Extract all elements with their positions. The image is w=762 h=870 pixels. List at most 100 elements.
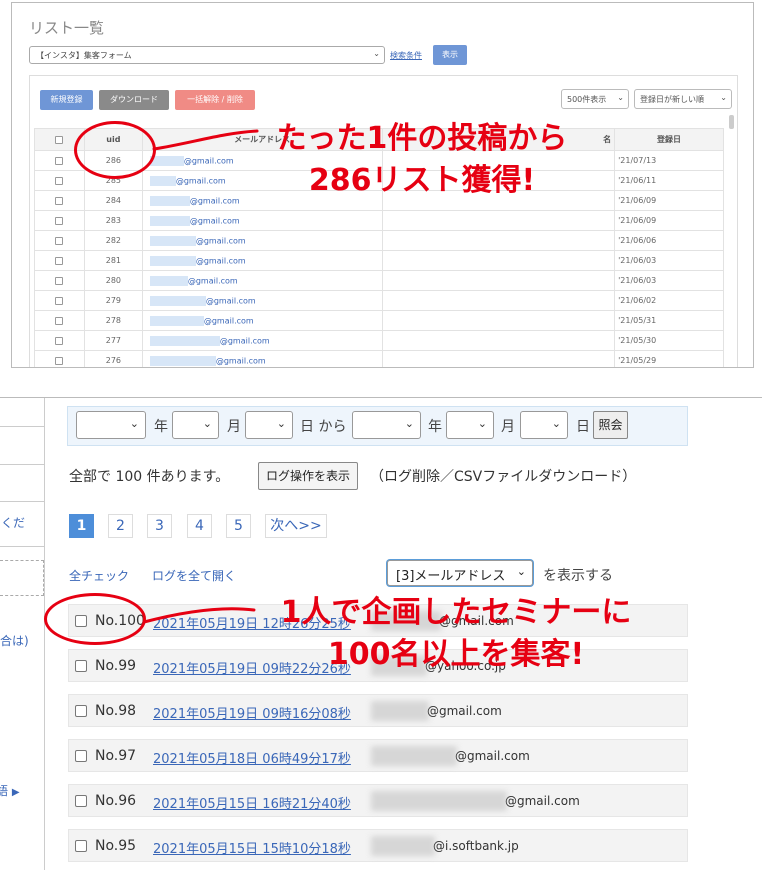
year-from-select[interactable]: ⌄ bbox=[76, 411, 146, 439]
uid-cell: 280 bbox=[83, 270, 143, 291]
divider bbox=[0, 501, 45, 502]
row-checkbox-cell[interactable] bbox=[34, 290, 85, 311]
field-select[interactable]: [3]メールアドレス ⌄ bbox=[387, 560, 533, 586]
checkbox[interactable] bbox=[55, 156, 64, 165]
table-row[interactable]: 276 @gmail.com '21/05/29 bbox=[34, 350, 724, 367]
list-item: No.98 2021年05月19日 09時16分08秒 @gmail.com bbox=[68, 694, 688, 727]
email-cell[interactable]: @gmail.com bbox=[141, 330, 383, 351]
checkbox[interactable] bbox=[55, 176, 64, 185]
email-cell[interactable]: @gmail.com bbox=[141, 290, 383, 311]
checkbox[interactable] bbox=[55, 216, 64, 225]
email-cell[interactable]: @gmail.com bbox=[141, 210, 383, 231]
new-register-button[interactable]: 新規登録 bbox=[40, 90, 93, 110]
table-row[interactable]: 279 @gmail.com '21/06/02 bbox=[34, 290, 724, 311]
row-checkbox[interactable] bbox=[75, 795, 87, 807]
checkbox[interactable] bbox=[55, 236, 64, 245]
row-checkbox[interactable] bbox=[75, 750, 87, 762]
log-datetime-link[interactable]: 2021年05月15日 16時21分40秒 bbox=[153, 793, 351, 812]
checkbox[interactable] bbox=[55, 256, 64, 265]
search-conditions-link[interactable]: 検索条件 bbox=[390, 50, 422, 61]
show-button[interactable]: 表示 bbox=[433, 45, 467, 65]
email-domain[interactable]: @gmail.com bbox=[204, 316, 254, 325]
sidebar-text[interactable]: 合は) bbox=[0, 632, 29, 649]
sidebar-text[interactable]: くだ bbox=[1, 514, 25, 531]
row-checkbox-cell[interactable] bbox=[34, 310, 85, 331]
annotation-line: 100名以上を集客! bbox=[327, 637, 585, 672]
sort-select[interactable]: 登録日が新しい順 ⌄ bbox=[634, 89, 732, 109]
checkbox[interactable] bbox=[55, 135, 64, 144]
checkbox[interactable] bbox=[55, 356, 64, 365]
page-3[interactable]: 3 bbox=[147, 514, 172, 538]
log-datetime-link[interactable]: 2021年05月19日 09時16分08秒 bbox=[153, 703, 351, 722]
row-checkbox-cell[interactable] bbox=[34, 350, 85, 367]
email-domain[interactable]: @gmail.com bbox=[220, 336, 270, 345]
email-domain[interactable]: @gmail.com bbox=[188, 276, 238, 285]
checkbox[interactable] bbox=[55, 276, 64, 285]
redacted-blur bbox=[149, 295, 206, 306]
day-to-select[interactable]: ⌄ bbox=[520, 411, 568, 439]
email-cell[interactable]: @gmail.com bbox=[141, 270, 383, 291]
log-datetime-link[interactable]: 2021年05月15日 15時10分18秒 bbox=[153, 838, 351, 857]
list-item: No.97 2021年05月18日 06時49分17秒 @gmail.com bbox=[68, 739, 688, 772]
row-checkbox[interactable] bbox=[75, 840, 87, 852]
row-checkbox-cell[interactable] bbox=[34, 170, 85, 191]
row-checkbox-cell[interactable] bbox=[34, 210, 85, 231]
show-log-ops-button[interactable]: ログ操作を表示 bbox=[258, 462, 358, 490]
page-5[interactable]: 5 bbox=[226, 514, 251, 538]
email-domain[interactable]: @gmail.com bbox=[196, 256, 246, 265]
name-cell bbox=[381, 250, 616, 271]
page-4[interactable]: 4 bbox=[187, 514, 212, 538]
table-row[interactable]: 278 @gmail.com '21/05/31 bbox=[34, 310, 724, 331]
year-to-select[interactable]: ⌄ bbox=[352, 411, 421, 439]
email-domain[interactable]: @gmail.com bbox=[176, 176, 226, 185]
email-cell[interactable]: @gmail.com bbox=[141, 250, 383, 271]
page-2[interactable]: 2 bbox=[108, 514, 133, 538]
email-domain[interactable]: @gmail.com bbox=[206, 296, 256, 305]
page-size-select[interactable]: 500件表示 ⌄ bbox=[561, 89, 629, 109]
next-page-link[interactable]: 次へ>> bbox=[265, 514, 327, 538]
row-checkbox[interactable] bbox=[75, 660, 87, 672]
table-row[interactable]: 282 @gmail.com '21/06/06 bbox=[34, 230, 724, 251]
form-select[interactable]: 【インスタ】集客フォーム ⌄ bbox=[29, 46, 385, 64]
row-checkbox-cell[interactable] bbox=[34, 190, 85, 211]
form-select-value: 【インスタ】集客フォーム bbox=[36, 51, 132, 60]
row-checkbox-cell[interactable] bbox=[34, 330, 85, 351]
page-1[interactable]: 1 bbox=[69, 514, 94, 538]
table-row[interactable]: 283 @gmail.com '21/06/09 bbox=[34, 210, 724, 231]
uid-cell: 277 bbox=[83, 330, 143, 351]
table-row[interactable]: 277 @gmail.com '21/05/30 bbox=[34, 330, 724, 351]
table-row[interactable]: 280 @gmail.com '21/06/03 bbox=[34, 270, 724, 291]
name-cell bbox=[381, 210, 616, 231]
month-from-select[interactable]: ⌄ bbox=[172, 411, 219, 439]
check-all-link[interactable]: 全チェック bbox=[69, 567, 129, 584]
total-count: 全部で 100 件あります。 bbox=[69, 469, 230, 485]
name-cell bbox=[381, 290, 616, 311]
email-domain[interactable]: @gmail.com bbox=[196, 236, 246, 245]
checkbox[interactable] bbox=[55, 196, 64, 205]
row-checkbox-cell[interactable] bbox=[34, 230, 85, 251]
email-domain[interactable]: @gmail.com bbox=[190, 216, 240, 225]
row-checkbox[interactable] bbox=[75, 705, 87, 717]
email-domain[interactable]: @gmail.com bbox=[190, 196, 240, 205]
bulk-delete-button[interactable]: 一括解除 / 削除 bbox=[175, 90, 255, 110]
date-cell: '21/07/13 bbox=[614, 150, 724, 171]
query-button[interactable]: 照会 bbox=[593, 411, 628, 439]
uid-cell: 284 bbox=[83, 190, 143, 211]
email-cell[interactable]: @gmail.com bbox=[141, 310, 383, 331]
checkbox[interactable] bbox=[55, 296, 64, 305]
table-row[interactable]: 281 @gmail.com '21/06/03 bbox=[34, 250, 724, 271]
row-checkbox-cell[interactable] bbox=[34, 250, 85, 271]
sidebar-link[interactable]: 語 ▶ bbox=[0, 782, 20, 799]
day-from-select[interactable]: ⌄ bbox=[245, 411, 293, 439]
log-datetime-link[interactable]: 2021年05月18日 06時49分17秒 bbox=[153, 748, 351, 767]
email-cell[interactable]: @gmail.com bbox=[141, 230, 383, 251]
month-to-select[interactable]: ⌄ bbox=[446, 411, 494, 439]
open-all-logs-link[interactable]: ログを全て開く bbox=[152, 567, 236, 584]
scrollbar[interactable] bbox=[729, 115, 734, 129]
email-domain[interactable]: @gmail.com bbox=[216, 356, 266, 365]
download-button[interactable]: ダウンロード bbox=[99, 90, 169, 110]
checkbox[interactable] bbox=[55, 336, 64, 345]
checkbox[interactable] bbox=[55, 316, 64, 325]
email-cell[interactable]: @gmail.com bbox=[141, 350, 383, 367]
row-checkbox-cell[interactable] bbox=[34, 270, 85, 291]
